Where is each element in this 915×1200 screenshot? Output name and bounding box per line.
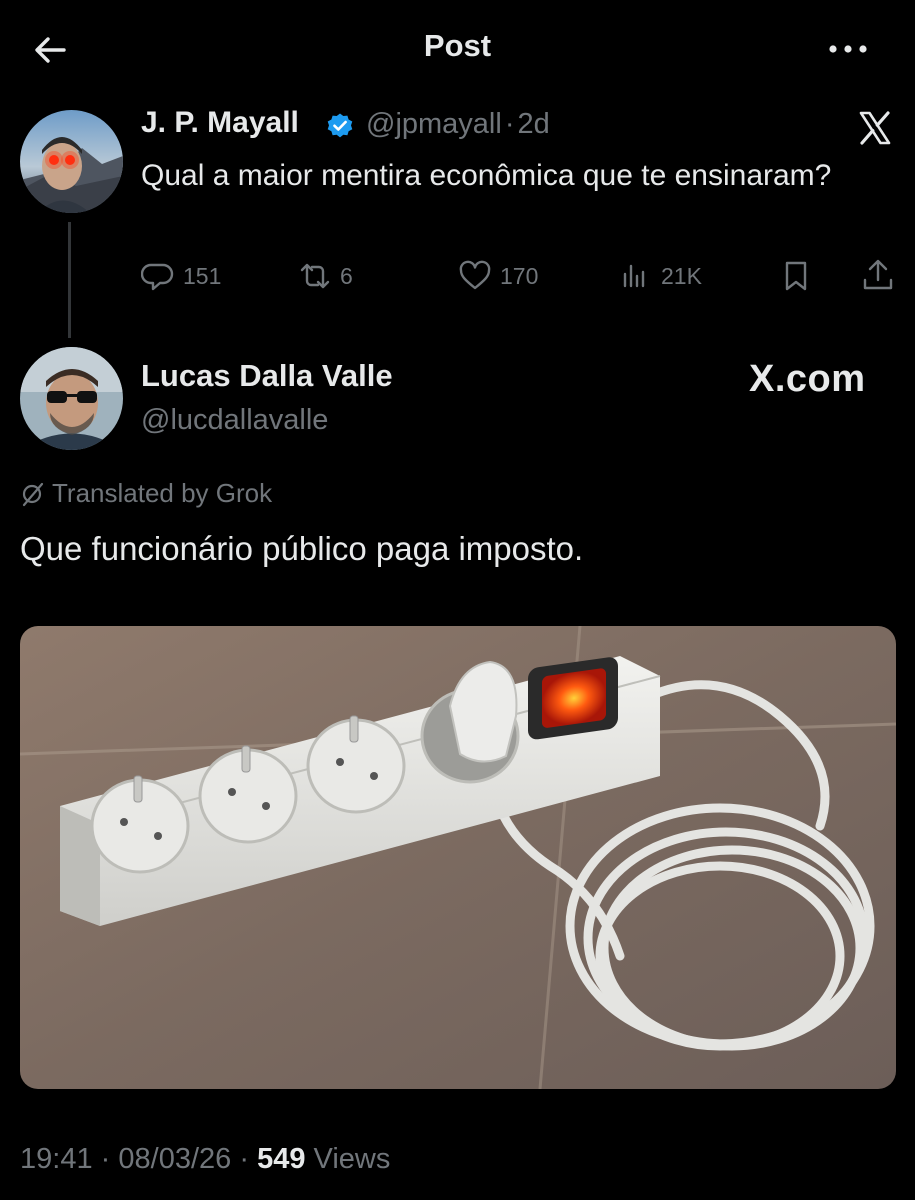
reply-button[interactable]: 151 [141, 258, 221, 294]
repost-icon [300, 263, 330, 289]
bookmark-icon[interactable] [779, 259, 813, 293]
post-text: Que funcionário público paga imposto. [20, 530, 584, 567]
translate-icon [22, 482, 44, 506]
post-date[interactable]: 08/03/26 [118, 1143, 231, 1175]
author-handle[interactable]: @lucdallavalle [141, 404, 328, 437]
translated-label: Translated by Grok [52, 478, 273, 508]
post-time[interactable]: 2d [517, 108, 549, 140]
avatar[interactable] [20, 110, 123, 213]
repost-count: 6 [340, 262, 353, 289]
translation-note[interactable]: Translated by Grok [20, 478, 272, 509]
handle-text[interactable]: @jpmayall [366, 108, 502, 140]
post-image[interactable] [20, 626, 896, 1089]
like-count: 170 [500, 262, 539, 289]
analytics-icon [623, 264, 645, 288]
views-count: 549 [257, 1143, 306, 1175]
page-title: Post [423, 28, 492, 63]
author-name[interactable]: Lucas Dalla Valle [141, 358, 393, 394]
views-button[interactable]: 21K [619, 258, 702, 294]
views-count: 21K [661, 262, 702, 289]
share-icon[interactable] [861, 258, 895, 294]
reply-count: 151 [183, 262, 222, 289]
like-button[interactable]: 170 [458, 258, 538, 294]
author-handle: @jpmayall · 2d [366, 108, 550, 141]
x-com-label: X.com [749, 358, 866, 400]
heart-icon [459, 260, 491, 290]
repost-button[interactable]: 6 [298, 258, 353, 294]
post-text: Qual a maior mentira econômica que te en… [141, 159, 832, 192]
thread-connector-line [68, 222, 71, 338]
author-name[interactable]: J. P. Mayall [141, 106, 299, 140]
views-label: Views [313, 1143, 391, 1175]
reply-icon [141, 263, 174, 291]
x-logo-icon [859, 111, 891, 145]
separator-dot: · [100, 1143, 111, 1175]
verified-badge-icon [327, 113, 353, 138]
avatar[interactable] [20, 347, 123, 450]
post-metadata: 19:41 · 08/03/26 · 549 Views [20, 1143, 390, 1176]
separator-dot: · [504, 108, 515, 140]
post-time[interactable]: 19:41 [20, 1143, 93, 1175]
separator-dot: · [239, 1143, 249, 1175]
more-options-icon[interactable] [826, 38, 870, 60]
